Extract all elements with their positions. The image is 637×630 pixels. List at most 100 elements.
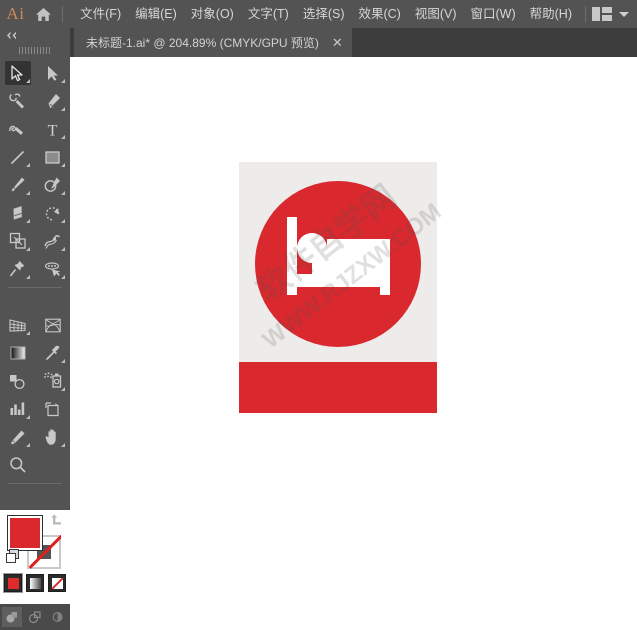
scale-tool[interactable] <box>0 227 35 255</box>
line-icon <box>9 149 26 166</box>
line-segment-tool[interactable] <box>0 143 35 171</box>
fill-stroke-controls <box>0 509 70 571</box>
swap-fill-stroke-icon[interactable] <box>50 513 64 525</box>
eyedropper-icon <box>44 345 61 362</box>
paintbrush-tool[interactable] <box>0 171 35 199</box>
document-tab[interactable]: 未标题-1.ai* @ 204.89% (CMYK/GPU 预览) ✕ <box>74 28 352 57</box>
magic-wand-icon <box>8 92 27 110</box>
rotate-tool[interactable] <box>35 199 70 227</box>
color-mode-row <box>0 574 70 600</box>
zoom-tool[interactable] <box>0 451 35 479</box>
menubar-divider-right <box>585 6 586 22</box>
direct-selection-tool[interactable] <box>35 59 70 87</box>
menu-file[interactable]: 文件(F) <box>73 0 128 28</box>
symbol-sprayer-tool[interactable] <box>35 367 70 395</box>
arrow-cursor-icon <box>10 65 25 82</box>
rectangle-tool[interactable] <box>35 143 70 171</box>
eyedropper-tool[interactable] <box>35 339 70 367</box>
perspective-grid-tool[interactable] <box>0 311 35 339</box>
curvature-tool[interactable] <box>0 115 35 143</box>
draw-mode-row <box>0 604 70 630</box>
type-t-icon: T <box>45 121 60 138</box>
magic-wand-tool[interactable] <box>0 87 35 115</box>
menu-window[interactable]: 窗口(W) <box>464 0 523 28</box>
document-canvas[interactable]: 软件自学网 WWW.RJZXW.COM <box>70 57 637 510</box>
slice-knife-icon <box>9 429 26 446</box>
tool-grid: T <box>0 57 70 507</box>
selection-tool[interactable] <box>0 59 35 87</box>
shape-builder-icon <box>43 261 62 278</box>
tool-separator-bottom <box>8 483 62 484</box>
perspective-grid-icon <box>8 317 27 334</box>
document-tab-label: 未标题-1.ai* @ 204.89% (CMYK/GPU 预览) <box>86 34 319 51</box>
draw-normal-icon <box>5 610 19 624</box>
menu-select[interactable]: 选择(S) <box>296 0 352 28</box>
menu-effect[interactable]: 效果(C) <box>351 0 407 28</box>
menu-view[interactable]: 视图(V) <box>408 0 464 28</box>
free-transform-tool[interactable] <box>0 255 35 283</box>
collapse-panel-button[interactable] <box>0 28 70 43</box>
workspace-switcher-icon[interactable] <box>592 7 612 21</box>
gradient-tool[interactable] <box>0 339 35 367</box>
svg-text:T: T <box>48 122 58 138</box>
tool-empty-slot <box>35 451 70 479</box>
warp-icon <box>43 233 62 250</box>
draw-inside-button[interactable] <box>48 607 68 627</box>
menu-type[interactable]: 文字(T) <box>241 0 296 28</box>
document-tab-bar: 未标题-1.ai* @ 204.89% (CMYK/GPU 预览) ✕ <box>0 28 637 57</box>
none-mode-button[interactable] <box>48 574 66 592</box>
shape-builder-tool[interactable] <box>35 255 70 283</box>
curvature-icon <box>8 121 27 138</box>
draw-behind-icon <box>28 610 42 624</box>
pen-tool[interactable] <box>35 87 70 115</box>
slice-tool[interactable] <box>0 423 35 451</box>
gradient-icon <box>9 345 27 361</box>
white-arrow-cursor-icon <box>46 65 59 82</box>
hand-tool[interactable] <box>35 423 70 451</box>
sign-bottom-bar <box>239 362 437 413</box>
mesh-tool[interactable] <box>35 311 70 339</box>
menu-edit[interactable]: 编辑(E) <box>128 0 184 28</box>
scale-icon <box>9 232 27 250</box>
artboard-tool[interactable] <box>35 395 70 423</box>
menu-object[interactable]: 对象(O) <box>184 0 241 28</box>
close-icon[interactable]: ✕ <box>332 36 343 49</box>
hotel-bed-sign-artwork <box>239 162 437 413</box>
magnifier-icon <box>9 456 27 474</box>
type-tool[interactable]: T <box>35 115 70 143</box>
width-tool[interactable] <box>35 227 70 255</box>
pin-icon <box>9 260 26 278</box>
blend-tool[interactable] <box>0 367 35 395</box>
bar-graph-icon <box>9 401 27 417</box>
double-chevron-left-icon <box>5 31 18 40</box>
menu-item-list: 文件(F) 编辑(E) 对象(O) 文字(T) 选择(S) 效果(C) 视图(V… <box>73 0 579 28</box>
shaper-tool[interactable] <box>35 171 70 199</box>
fill-swatch[interactable] <box>8 516 42 550</box>
shaper-pencil-icon <box>44 176 62 194</box>
draw-inside-icon <box>51 610 65 624</box>
chevron-down-icon[interactable] <box>619 12 629 17</box>
rotate-icon <box>44 205 62 222</box>
draw-normal-button[interactable] <box>2 607 22 627</box>
eraser-icon <box>9 205 27 221</box>
default-fill-stroke-icon[interactable] <box>6 549 20 563</box>
tool-separator <box>8 287 62 288</box>
hand-icon <box>44 428 61 446</box>
pen-icon <box>45 93 61 110</box>
eraser-tool[interactable] <box>0 199 35 227</box>
menu-bar: Ai 文件(F) 编辑(E) 对象(O) 文字(T) 选择(S) 效果(C) 视… <box>0 0 637 28</box>
draw-behind-button[interactable] <box>25 607 45 627</box>
gradient-mode-button[interactable] <box>26 574 44 592</box>
symbol-sprayer-icon <box>43 372 62 390</box>
color-mode-button[interactable] <box>4 574 22 592</box>
column-graph-tool[interactable] <box>0 395 35 423</box>
rectangle-icon <box>44 149 61 166</box>
menubar-divider <box>62 6 63 22</box>
home-icon[interactable] <box>31 7 56 22</box>
panel-grip-icon[interactable] <box>0 43 70 57</box>
tools-panel: T <box>0 28 70 510</box>
artboard[interactable] <box>239 162 437 413</box>
mesh-icon <box>44 317 62 334</box>
blend-icon <box>8 373 27 390</box>
menu-help[interactable]: 帮助(H) <box>523 0 579 28</box>
